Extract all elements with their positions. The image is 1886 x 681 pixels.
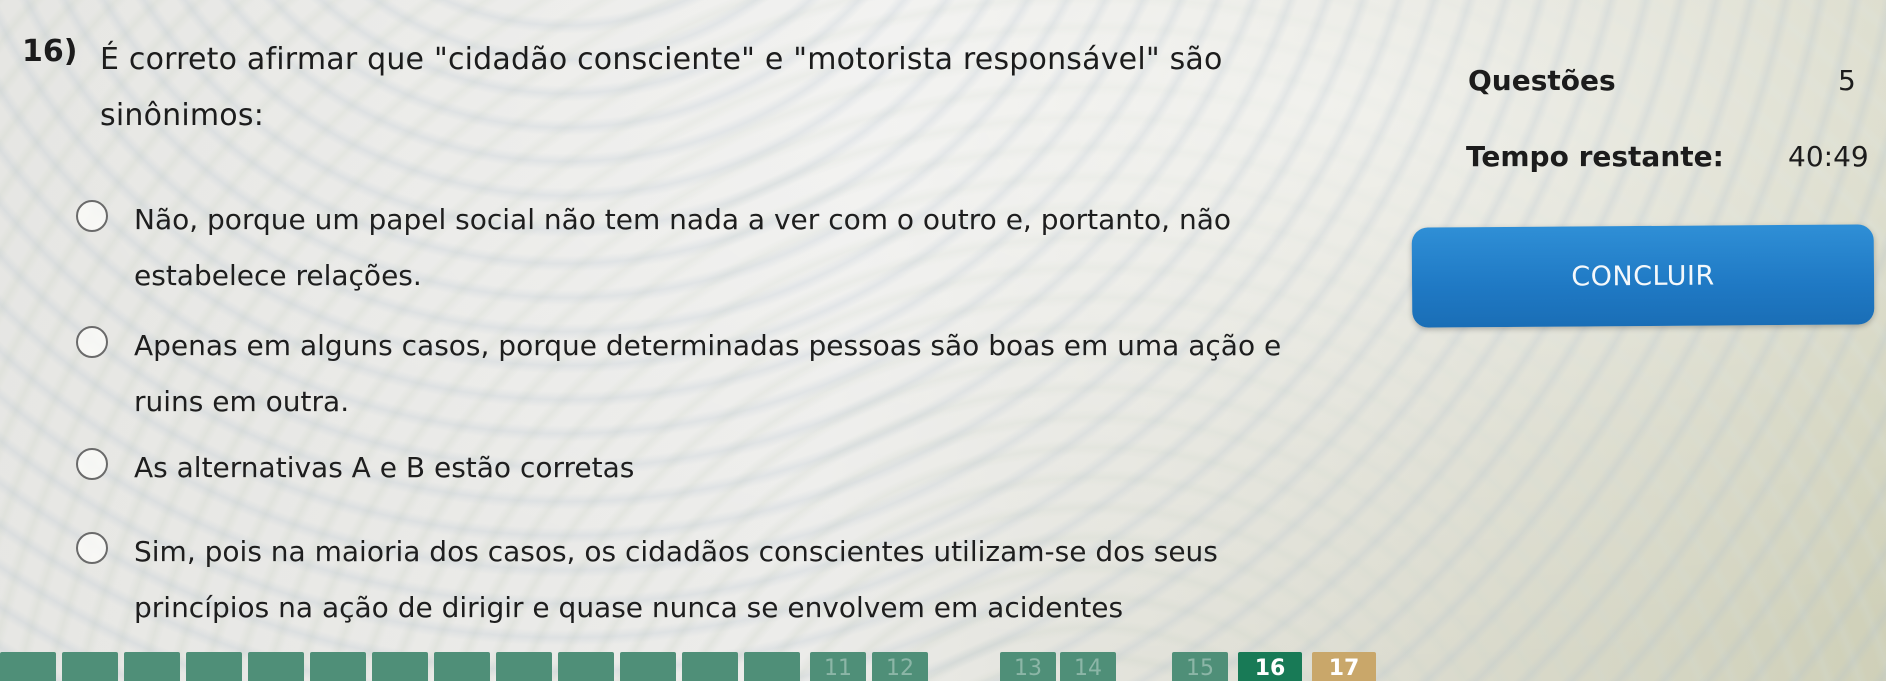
- pager-item-12[interactable]: 12: [872, 652, 928, 681]
- question-text: É correto afirmar que "cidadão conscient…: [100, 42, 1223, 133]
- pager-item-16-current[interactable]: 16: [1238, 652, 1302, 681]
- pager-item-11[interactable]: 11: [810, 652, 866, 681]
- option-a-text[interactable]: Não, porque um papel social não tem nada…: [134, 192, 1264, 304]
- questions-label: Questões: [1468, 64, 1616, 97]
- pager-item[interactable]: [62, 652, 118, 681]
- option-a[interactable]: Não, porque um papel social não tem nada…: [76, 192, 1296, 304]
- pager-item[interactable]: [434, 652, 490, 681]
- pager-item[interactable]: [372, 652, 428, 681]
- pager-item-14[interactable]: 14: [1060, 652, 1116, 681]
- pager-item[interactable]: [124, 652, 180, 681]
- radio-button-d[interactable]: [76, 532, 108, 564]
- pager-item-13[interactable]: 13: [1000, 652, 1056, 681]
- radio-button-a[interactable]: [76, 200, 108, 232]
- option-d[interactable]: Sim, pois na maioria dos casos, os cidad…: [76, 524, 1296, 636]
- pager-item[interactable]: [496, 652, 552, 681]
- questions-count: 5: [1838, 64, 1856, 97]
- pager-item-15[interactable]: 15: [1172, 652, 1228, 681]
- pager-item[interactable]: [310, 652, 366, 681]
- question-number: 16): [22, 34, 78, 69]
- pager-item[interactable]: [682, 652, 738, 681]
- option-b-text[interactable]: Apenas em alguns casos, porque determina…: [134, 318, 1296, 430]
- pager-item[interactable]: [186, 652, 242, 681]
- time-remaining-value: 40:49: [1788, 140, 1869, 173]
- option-b[interactable]: Apenas em alguns casos, porque determina…: [76, 318, 1296, 430]
- pager-item-17[interactable]: 17: [1312, 652, 1376, 681]
- radio-button-c[interactable]: [76, 448, 108, 480]
- option-d-text[interactable]: Sim, pois na maioria dos casos, os cidad…: [134, 524, 1294, 636]
- time-remaining-label: Tempo restante:: [1466, 140, 1724, 173]
- option-c[interactable]: As alternativas A e B estão corretas: [76, 440, 1296, 496]
- pager-item[interactable]: [558, 652, 614, 681]
- pager-item[interactable]: [0, 652, 56, 681]
- pager-item[interactable]: [744, 652, 800, 681]
- finish-button[interactable]: CONCLUIR: [1411, 224, 1875, 328]
- radio-button-b[interactable]: [76, 326, 108, 358]
- option-c-text[interactable]: As alternativas A e B estão corretas: [134, 440, 634, 496]
- question-pager: 11 12 13 14 15 16 17: [0, 652, 1886, 681]
- pager-item[interactable]: [248, 652, 304, 681]
- quiz-screen: 16) É correto afirmar que "cidadão consc…: [0, 0, 1886, 681]
- pager-item[interactable]: [620, 652, 676, 681]
